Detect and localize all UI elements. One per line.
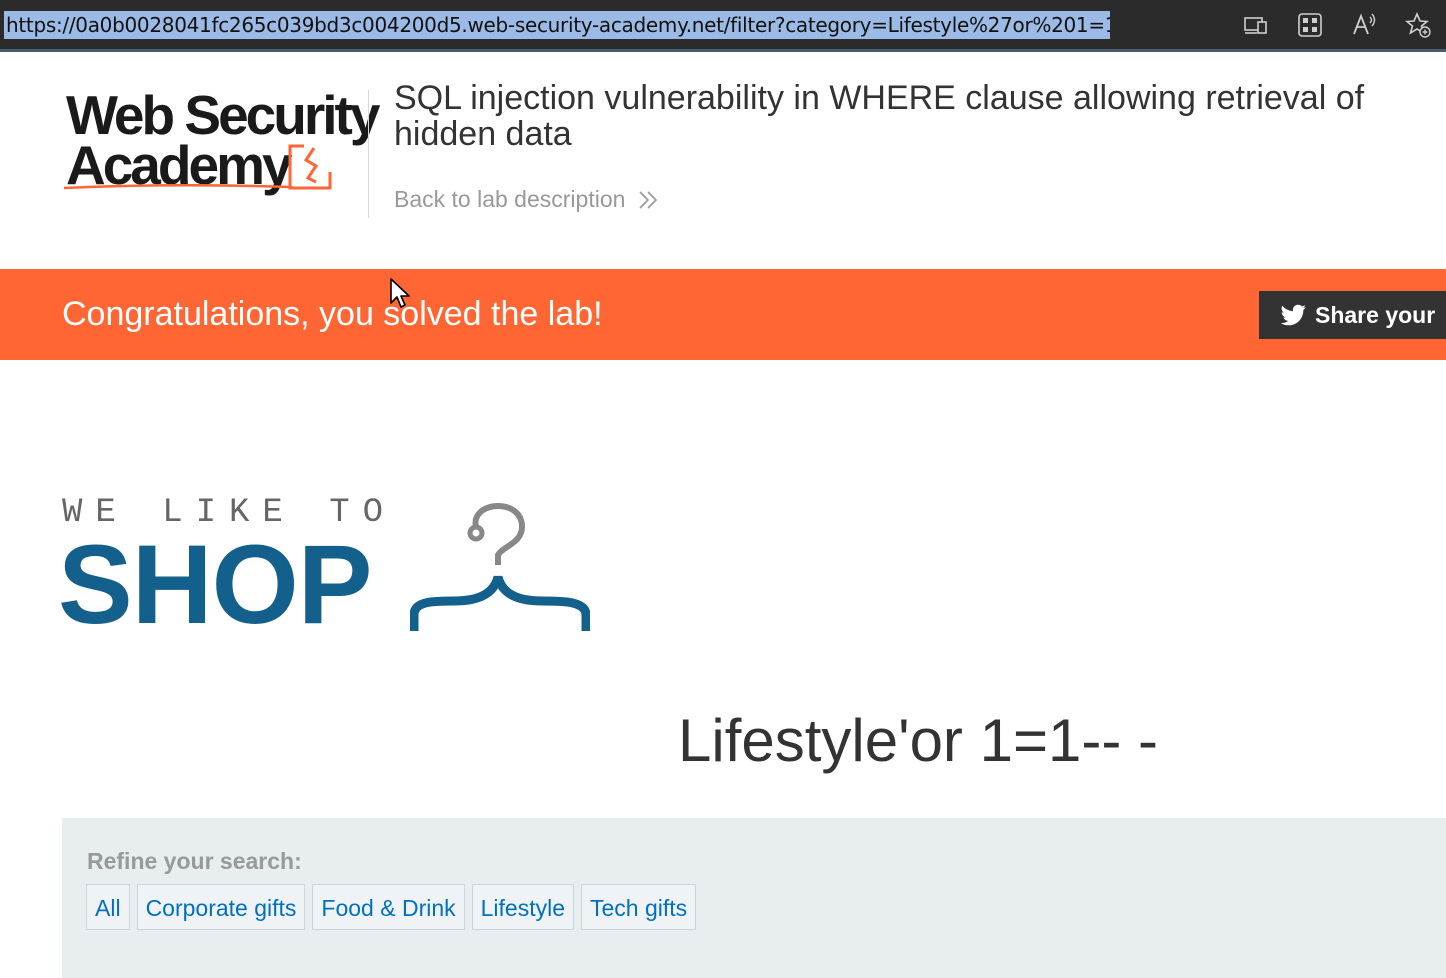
read-aloud-icon[interactable] [1348, 10, 1380, 40]
logo-underline [63, 184, 293, 190]
filter-list: All Corporate gifts Food & Drink Lifesty… [86, 884, 697, 930]
category-heading: Lifestyle'or 1=1-- - [678, 707, 1158, 774]
hanger-icon [410, 503, 590, 631]
lab-title: SQL injection vulnerability in WHERE cla… [394, 79, 1365, 153]
filter-tech-gifts[interactable]: Tech gifts [581, 884, 697, 930]
filter-lifestyle[interactable]: Lifestyle [471, 884, 575, 930]
double-chevron-right-icon [639, 190, 658, 209]
solved-banner: Congratulations, you solved the lab! Sha… [0, 269, 1446, 360]
filter-corporate-gifts[interactable]: Corporate gifts [136, 884, 306, 930]
solved-message: Congratulations, you solved the lab! [62, 295, 603, 333]
filter-all[interactable]: All [86, 884, 130, 930]
header-divider [368, 90, 369, 218]
extensions-icon[interactable] [1294, 10, 1326, 40]
browser-toolbar: https://0a0b0028041fc265c039bd3c004200d5… [0, 0, 1446, 52]
shop-logo[interactable]: WE LIKE TO SHOP [58, 495, 592, 641]
add-favorite-icon[interactable] [1402, 10, 1434, 40]
twitter-icon [1281, 304, 1306, 326]
back-link-label: Back to lab description [394, 186, 626, 212]
logo-lightning-icon [288, 144, 332, 190]
shop-name: SHOP [58, 522, 372, 647]
refine-search-label: Refine your search: [87, 848, 302, 874]
filter-panel: Refine your search: All Corporate gifts … [62, 818, 1446, 978]
share-button-label: Share your [1315, 301, 1436, 328]
app-available-icon[interactable] [1240, 10, 1272, 40]
share-button[interactable]: Share your [1259, 291, 1446, 339]
back-to-lab-link[interactable]: Back to lab description [394, 186, 659, 213]
filter-food-drink[interactable]: Food & Drink [312, 884, 465, 930]
academy-logo[interactable]: Web Security Academy [62, 88, 380, 198]
address-bar[interactable]: https://0a0b0028041fc265c039bd3c004200d5… [4, 11, 1110, 39]
mouse-cursor-icon [390, 278, 410, 308]
